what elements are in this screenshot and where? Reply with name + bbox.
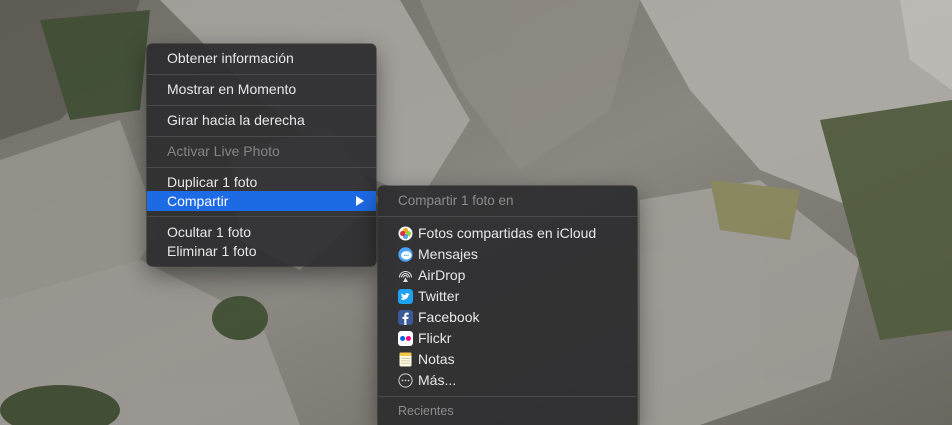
share-item-notes[interactable]: Notas	[398, 349, 637, 370]
menu-item-show-in-moment[interactable]: Mostrar en Momento	[147, 79, 376, 99]
share-item-label: Más...	[418, 372, 457, 388]
share-item-icloud-photos[interactable]: Fotos compartidas en iCloud	[398, 223, 637, 244]
share-item-label: AirDrop	[418, 267, 466, 283]
menu-separator	[147, 74, 376, 75]
share-item-more[interactable]: Más...	[398, 370, 637, 391]
menu-item-duplicate[interactable]: Duplicar 1 foto	[147, 172, 376, 192]
share-item-label: Facebook	[418, 309, 480, 325]
menu-item-label: Obtener información	[167, 50, 294, 66]
menu-item-label: Duplicar 1 foto	[167, 174, 258, 190]
menu-item-label: Compartir	[167, 193, 229, 209]
menu-separator	[378, 216, 637, 217]
share-item-label: Twitter	[418, 288, 460, 304]
share-item-label: Mensajes	[418, 246, 478, 262]
share-submenu: Compartir 1 foto en Fotos compartidas en…	[378, 186, 637, 425]
share-item-messages[interactable]: Mensajes	[398, 244, 637, 265]
more-icon	[398, 373, 413, 388]
menu-item-activate-live-photo: Activar Live Photo	[147, 141, 376, 161]
menu-item-hide[interactable]: Ocultar 1 foto	[147, 222, 376, 242]
menu-item-label: Ocultar 1 foto	[167, 224, 252, 240]
menu-item-label: Girar hacia la derecha	[167, 112, 305, 128]
recents-header: Recientes	[398, 404, 454, 418]
menu-item-delete[interactable]: Eliminar 1 foto	[147, 241, 376, 261]
notes-icon	[399, 352, 412, 367]
messages-icon	[398, 247, 413, 262]
menu-item-rotate-right[interactable]: Girar hacia la derecha	[147, 110, 376, 130]
twitter-icon	[398, 289, 413, 304]
submenu-header: Compartir 1 foto en	[398, 193, 514, 208]
share-item-label: Fotos compartidas en iCloud	[418, 225, 597, 241]
share-item-facebook[interactable]: Facebook	[398, 307, 637, 328]
menu-item-get-info[interactable]: Obtener información	[147, 48, 376, 68]
flickr-icon	[398, 331, 413, 346]
submenu-arrow-icon	[356, 196, 364, 206]
menu-separator	[147, 216, 376, 217]
menu-item-label: Activar Live Photo	[167, 143, 280, 159]
menu-separator	[147, 167, 376, 168]
menu-separator	[147, 136, 376, 137]
menu-item-label: Mostrar en Momento	[167, 81, 297, 97]
facebook-icon	[398, 310, 413, 325]
menu-item-share[interactable]: Compartir	[147, 191, 376, 211]
icloud-photos-icon	[398, 226, 413, 241]
share-item-twitter[interactable]: Twitter	[398, 286, 637, 307]
menu-separator	[378, 396, 637, 397]
photo-context-menu: Obtener información Mostrar en Momento G…	[147, 44, 376, 266]
airdrop-icon	[398, 270, 413, 282]
share-item-flickr[interactable]: Flickr	[398, 328, 637, 349]
share-item-label: Flickr	[418, 330, 452, 346]
share-item-label: Notas	[418, 351, 455, 367]
menu-item-label: Eliminar 1 foto	[167, 243, 257, 259]
share-item-airdrop[interactable]: AirDrop	[398, 265, 637, 286]
menu-separator	[147, 105, 376, 106]
